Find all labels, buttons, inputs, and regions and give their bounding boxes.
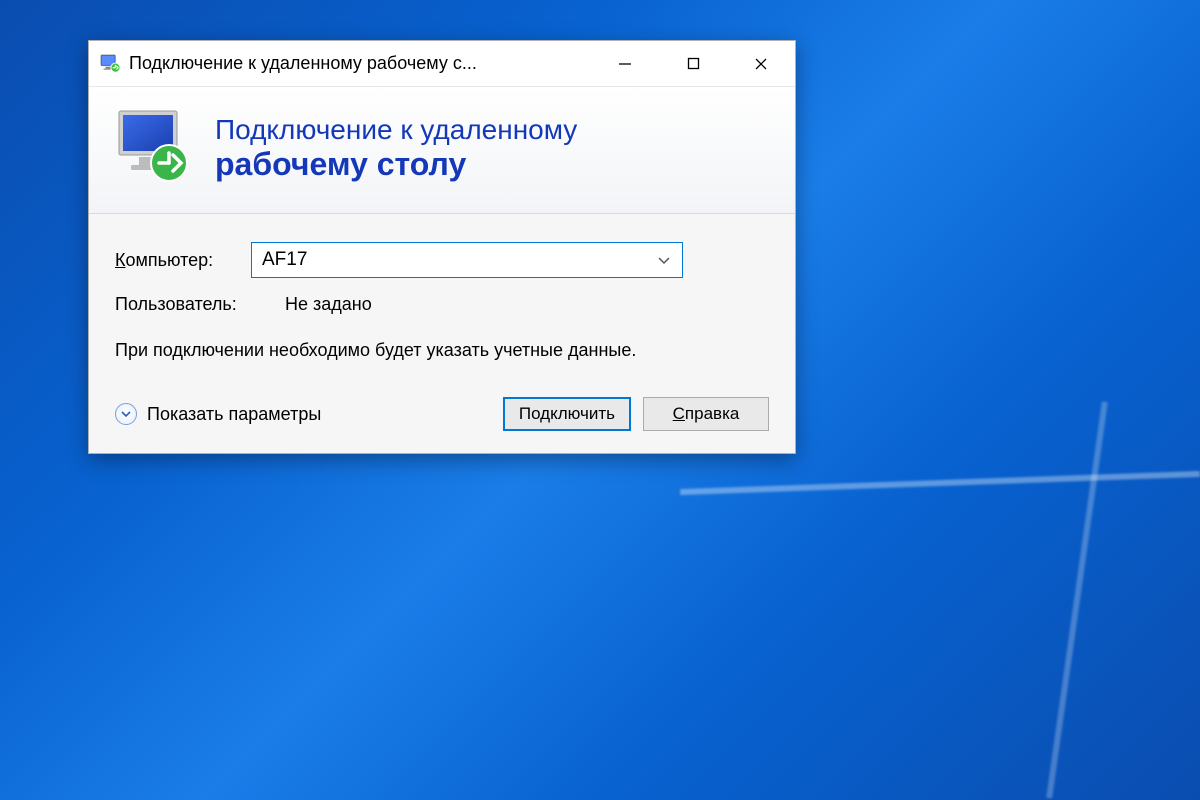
computer-combobox[interactable] (251, 242, 683, 278)
header-text: Подключение к удаленному рабочему столу (215, 114, 577, 183)
titlebar-controls (591, 41, 795, 86)
button-group: Подключить Справка (503, 397, 769, 431)
user-label: Пользователь: (115, 294, 285, 315)
dialog-footer: Показать параметры Подключить Справка (115, 397, 769, 431)
titlebar: Подключение к удаленному рабочему с... (89, 41, 795, 87)
help-button[interactable]: Справка (643, 397, 769, 431)
window-title: Подключение к удаленному рабочему с... (129, 53, 591, 74)
rdp-window: Подключение к удаленному рабочему с... (88, 40, 796, 454)
header-line1: Подключение к удаленному (215, 114, 577, 146)
header-banner: Подключение к удаленному рабочему столу (89, 87, 795, 214)
help-button-label: Справка (673, 404, 740, 424)
dialog-body: Компьютер: Пользователь: Не задано При п… (89, 214, 795, 453)
user-row: Пользователь: Не задано (115, 294, 769, 315)
show-options-toggle[interactable]: Показать параметры (115, 403, 503, 425)
close-button[interactable] (727, 41, 795, 86)
computer-label: Компьютер: (115, 250, 251, 271)
computer-input[interactable] (262, 249, 656, 271)
rdp-app-icon (99, 53, 121, 75)
chevron-down-icon[interactable] (656, 252, 672, 268)
rdp-large-icon (111, 105, 197, 191)
header-line2: рабочему столу (215, 146, 577, 183)
connect-button-label: Подключить (519, 404, 615, 424)
expand-down-icon (115, 403, 137, 425)
show-options-label: Показать параметры (147, 404, 321, 425)
user-value: Не задано (285, 294, 372, 315)
minimize-button[interactable] (591, 41, 659, 86)
connect-button[interactable]: Подключить (503, 397, 631, 431)
computer-row: Компьютер: (115, 242, 769, 278)
credentials-hint: При подключении необходимо будет указать… (115, 337, 675, 363)
maximize-button[interactable] (659, 41, 727, 86)
